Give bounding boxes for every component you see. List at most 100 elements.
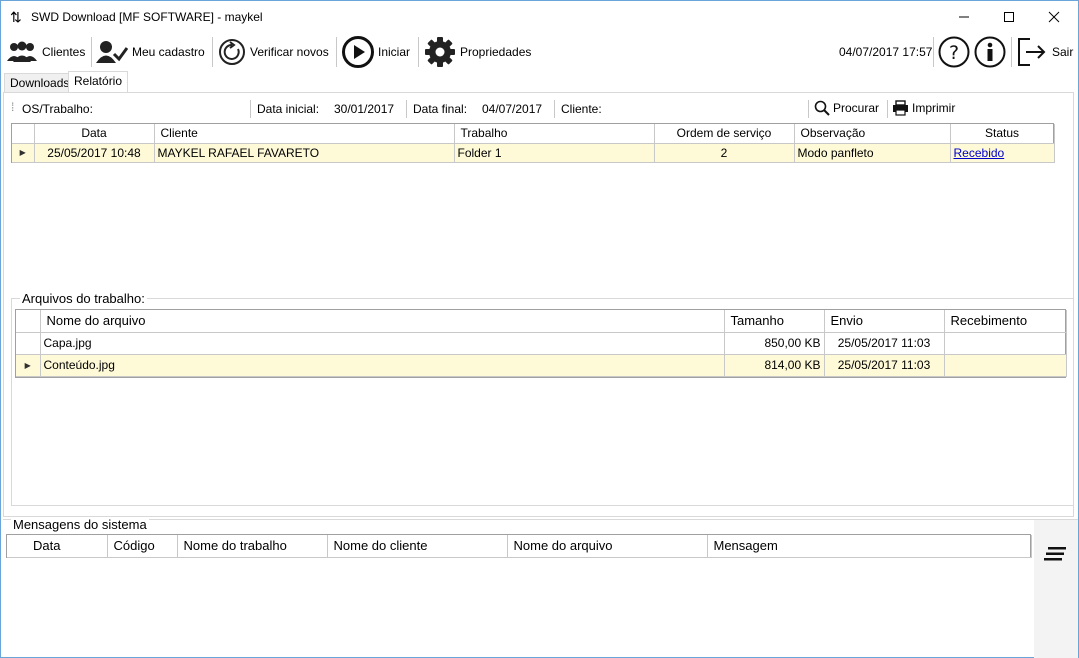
propriedades-label: Propriedades	[460, 45, 532, 59]
clientes-button[interactable]: Clientes	[6, 35, 85, 69]
toolbar-separator	[1011, 37, 1012, 67]
row-pointer-icon: ▶	[12, 143, 35, 163]
toolbar-separator	[336, 37, 337, 67]
procurar-button[interactable]: Procurar	[814, 100, 879, 116]
cell-tamanho: 814,00 KB	[724, 354, 825, 377]
messages-header-row: Data Código Nome do trabalho Nome do cli…	[7, 535, 1032, 558]
cliente-input[interactable]	[610, 99, 800, 119]
column-header-trabalho[interactable]: Trabalho	[454, 124, 655, 144]
column-header-nome-trabalho[interactable]: Nome do trabalho	[177, 535, 328, 558]
arquivos-title: Arquivos do trabalho:	[20, 291, 147, 306]
data-final-label: Data final:	[413, 102, 468, 116]
help-button[interactable]: ?	[938, 35, 974, 69]
row-pointer-icon: ▶	[16, 354, 41, 377]
users-icon	[7, 41, 37, 62]
imprimir-button[interactable]: Imprimir	[892, 100, 955, 116]
close-button[interactable]	[1031, 1, 1077, 33]
play-icon	[342, 36, 374, 68]
maximize-button[interactable]	[986, 1, 1032, 33]
cliente-label: Cliente:	[561, 102, 602, 116]
meu-cadastro-button[interactable]: Meu cadastro	[96, 35, 205, 69]
cell-recebimento	[944, 332, 1067, 355]
column-header-data[interactable]: Data	[34, 124, 155, 144]
refresh-icon	[219, 39, 245, 65]
files-grid: Nome do arquivo Tamanho Envio Recebiment…	[15, 309, 1067, 378]
info-button[interactable]	[974, 35, 1010, 69]
jobs-header-row: Data Cliente Trabalho Ordem de serviço O…	[12, 124, 1055, 144]
filter-bar: ⁞ OS/Trabalho: Data inicial: 30/01/2017 …	[10, 99, 1070, 121]
column-header-recebimento[interactable]: Recebimento	[944, 310, 1067, 333]
sair-button[interactable]: Sair	[1016, 35, 1073, 69]
row-header-corner	[7, 535, 27, 558]
imprimir-label: Imprimir	[912, 101, 956, 115]
cell-ordem: 2	[654, 143, 795, 163]
datetime-display: 04/07/2017 17:57	[839, 45, 933, 59]
filter-separator	[250, 100, 251, 118]
column-header-cliente[interactable]: Cliente	[154, 124, 455, 144]
column-header-data[interactable]: Data	[27, 535, 108, 558]
column-header-mensagem[interactable]: Mensagem	[707, 535, 1032, 558]
cell-nome: Capa.jpg	[40, 332, 725, 355]
column-header-status[interactable]: Status	[950, 124, 1055, 144]
column-header-ordem[interactable]: Ordem de serviço	[654, 124, 795, 144]
filter-separator	[887, 100, 888, 118]
clear-lines-icon[interactable]	[1044, 546, 1066, 562]
data-inicial-label: Data inicial:	[257, 102, 320, 116]
tab-downloads[interactable]: Downloads	[4, 73, 76, 93]
column-header-nome-arquivo[interactable]: Nome do arquivo	[507, 535, 708, 558]
table-row[interactable]: ▶ Conteúdo.jpg 814,00 KB 25/05/2017 11:0…	[16, 354, 1067, 377]
printer-icon	[893, 100, 908, 116]
search-icon	[814, 100, 830, 116]
sair-label: Sair	[1052, 45, 1074, 59]
toolbar-separator	[91, 37, 92, 67]
cell-tamanho: 850,00 KB	[724, 332, 825, 355]
table-row[interactable]: ▶ 25/05/2017 10:48 MAYKEL RAFAEL FAVARET…	[12, 143, 1055, 163]
filter-separator	[554, 100, 555, 118]
arquivos-group: Arquivos do trabalho: Nome do arquivo Ta…	[11, 291, 1074, 506]
os-trabalho-input[interactable]	[95, 99, 245, 119]
propriedades-button[interactable]: Propriedades	[424, 35, 531, 69]
tab-relatorio[interactable]: Relatório	[68, 71, 129, 93]
cell-nome: Conteúdo.jpg	[40, 354, 725, 377]
app-window: ⇅ SWD Download [MF SOFTWARE] - maykel Cl…	[0, 0, 1079, 658]
maximize-icon	[1004, 12, 1014, 22]
column-header-observacao[interactable]: Observação	[794, 124, 951, 144]
jobs-grid: Data Cliente Trabalho Ordem de serviço O…	[11, 123, 1055, 163]
exit-icon	[1018, 38, 1046, 66]
verificar-novos-button[interactable]: Verificar novos	[218, 35, 329, 69]
window-title: SWD Download [MF SOFTWARE] - maykel	[31, 10, 263, 24]
column-header-envio[interactable]: Envio	[824, 310, 945, 333]
cell-status-link[interactable]: Recebido	[950, 143, 1055, 163]
column-header-nome-cliente[interactable]: Nome do cliente	[327, 535, 508, 558]
svg-text:?: ?	[949, 42, 959, 64]
cell-envio: 25/05/2017 11:03	[824, 332, 945, 355]
meu-cadastro-label: Meu cadastro	[132, 45, 205, 59]
table-row[interactable]: Capa.jpg 850,00 KB 25/05/2017 11:03	[16, 332, 1067, 355]
relatorio-panel: ⁞ OS/Trabalho: Data inicial: 30/01/2017 …	[3, 92, 1074, 517]
gear-icon	[425, 37, 455, 67]
status-link[interactable]: Recebido	[954, 146, 1005, 160]
procurar-label: Procurar	[833, 101, 880, 115]
iniciar-label: Iniciar	[378, 45, 411, 59]
user-check-icon	[96, 41, 128, 63]
column-header-tamanho[interactable]: Tamanho	[724, 310, 825, 333]
data-final-input[interactable]: 04/07/2017	[482, 102, 542, 116]
column-header-codigo[interactable]: Código	[107, 535, 178, 558]
minimize-button[interactable]	[941, 1, 987, 33]
app-arrows-icon: ⇅	[10, 9, 22, 25]
filter-separator	[406, 100, 407, 118]
messages-grid: Data Código Nome do trabalho Nome do cli…	[6, 534, 1032, 558]
files-header-row: Nome do arquivo Tamanho Envio Recebiment…	[16, 310, 1067, 333]
os-trabalho-label: OS/Trabalho:	[22, 102, 93, 116]
iniciar-button[interactable]: Iniciar	[342, 35, 410, 69]
row-header	[16, 332, 41, 355]
close-icon	[1048, 11, 1060, 23]
verificar-novos-label: Verificar novos	[250, 45, 329, 59]
title-bar: ⇅ SWD Download [MF SOFTWARE] - maykel	[1, 1, 1078, 33]
clientes-label: Clientes	[42, 45, 86, 59]
row-header-corner	[12, 124, 35, 144]
toolbar: Clientes Meu cadastro Verificar novos In…	[1, 33, 1078, 71]
column-header-nome[interactable]: Nome do arquivo	[40, 310, 725, 333]
data-inicial-input[interactable]: 30/01/2017	[334, 102, 394, 116]
messages-side-strip	[1034, 520, 1078, 658]
